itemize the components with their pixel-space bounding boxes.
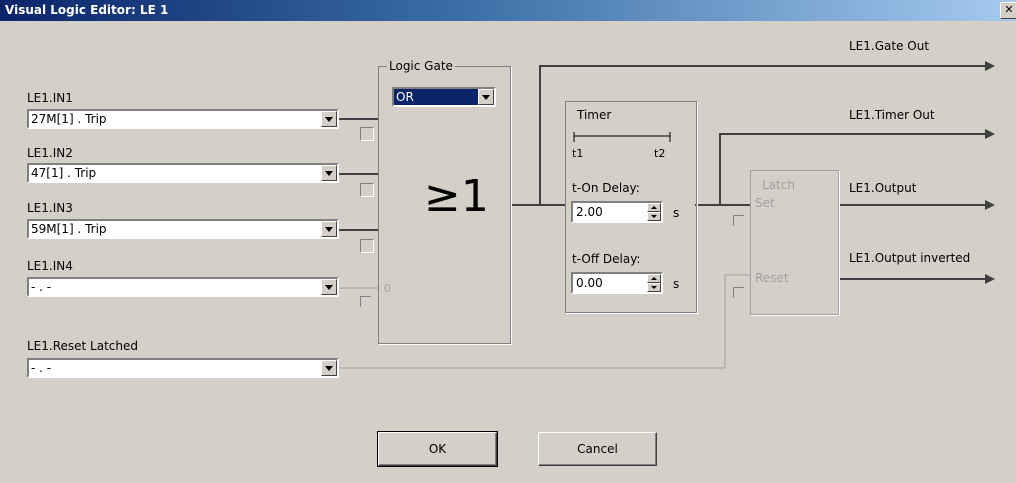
in4-select[interactable]: - . - bbox=[27, 277, 339, 297]
in4-invert-checkbox[interactable] bbox=[360, 296, 371, 307]
timer-title: Timer bbox=[575, 108, 614, 122]
output-label: LE1.Output bbox=[849, 181, 917, 195]
latch-set-invert-checkbox[interactable] bbox=[733, 215, 744, 226]
timer-out-label: LE1.Timer Out bbox=[849, 108, 935, 122]
t1-label: t1 bbox=[572, 147, 584, 160]
in1-label: LE1.IN1 bbox=[27, 91, 73, 105]
logic-gate-value: OR bbox=[396, 90, 414, 104]
in1-select[interactable]: 27M[1] . Trip bbox=[27, 109, 339, 129]
on-delay-value: 2.00 bbox=[576, 205, 603, 219]
reset-latched-select[interactable]: - . - bbox=[27, 358, 339, 378]
in2-value: 47[1] . Trip bbox=[31, 166, 97, 180]
latch-title: Latch bbox=[760, 178, 797, 192]
off-delay-value: 0.00 bbox=[576, 276, 603, 290]
in4-value: - . - bbox=[31, 280, 52, 294]
in2-select[interactable]: 47[1] . Trip bbox=[27, 163, 339, 183]
logic-gate-select[interactable]: OR bbox=[392, 87, 496, 107]
chevron-down-icon[interactable] bbox=[478, 89, 494, 105]
latch-reset-invert-checkbox[interactable] bbox=[733, 287, 744, 298]
chevron-down-icon[interactable] bbox=[321, 111, 337, 127]
in3-invert-checkbox[interactable] bbox=[360, 239, 374, 253]
in4-label: LE1.IN4 bbox=[27, 259, 73, 273]
timer-diagram-icon bbox=[573, 132, 671, 142]
off-delay-input[interactable]: 0.00 bbox=[571, 272, 663, 294]
in3-select[interactable]: 59M[1] . Trip bbox=[27, 219, 339, 239]
gate-out-label: LE1.Gate Out bbox=[849, 39, 930, 53]
reset-latched-label: LE1.Reset Latched bbox=[27, 339, 138, 353]
latch-reset-label: Reset bbox=[755, 271, 789, 285]
off-delay-label: t-Off Delay: bbox=[572, 252, 641, 266]
chevron-down-icon[interactable] bbox=[321, 279, 337, 295]
spin-down-icon[interactable] bbox=[647, 212, 661, 221]
in3-label: LE1.IN3 bbox=[27, 201, 73, 215]
ok-button[interactable]: OK bbox=[377, 431, 498, 467]
spin-down-icon[interactable] bbox=[647, 283, 661, 292]
in2-invert-checkbox[interactable] bbox=[360, 183, 374, 197]
off-delay-unit: s bbox=[673, 277, 680, 291]
logic-gate-title: Logic Gate bbox=[387, 59, 455, 73]
t2-label: t2 bbox=[654, 147, 666, 160]
chevron-down-icon[interactable] bbox=[321, 165, 337, 181]
on-delay-label: t-On Delay: bbox=[572, 181, 640, 195]
on-delay-input[interactable]: 2.00 bbox=[571, 201, 663, 223]
gate-symbol: ≥1 bbox=[424, 171, 489, 222]
latch-set-label: Set bbox=[755, 196, 775, 210]
on-delay-unit: s bbox=[673, 206, 680, 220]
in1-value: 27M[1] . Trip bbox=[31, 112, 107, 126]
chevron-down-icon[interactable] bbox=[321, 221, 337, 237]
cancel-button[interactable]: Cancel bbox=[538, 432, 657, 466]
in1-invert-checkbox[interactable] bbox=[360, 127, 374, 141]
in3-value: 59M[1] . Trip bbox=[31, 222, 107, 236]
reset-latched-value: - . - bbox=[31, 361, 52, 375]
spin-up-icon[interactable] bbox=[647, 274, 661, 283]
in2-label: LE1.IN2 bbox=[27, 146, 73, 160]
output-inverted-label: LE1.Output inverted bbox=[849, 251, 971, 265]
spin-up-icon[interactable] bbox=[647, 203, 661, 212]
chevron-down-icon[interactable] bbox=[321, 360, 337, 376]
